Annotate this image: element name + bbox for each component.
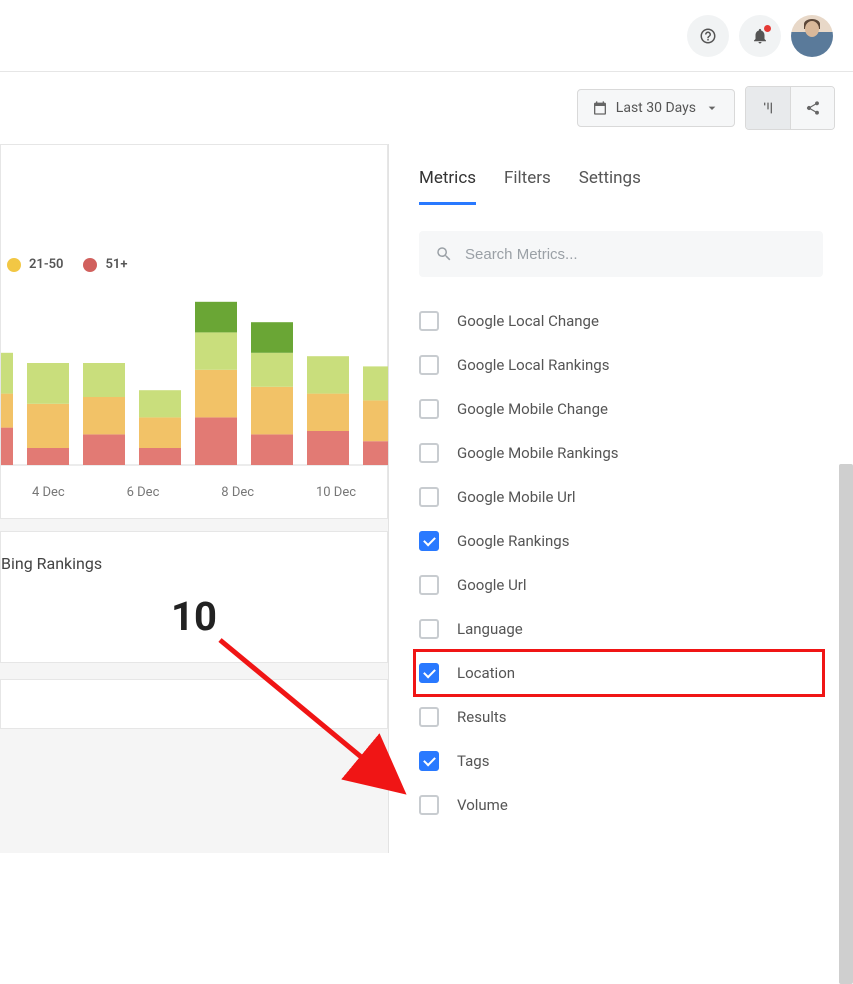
help-button[interactable] (687, 15, 729, 57)
lower-card (0, 679, 388, 729)
metric-label: Tags (457, 752, 489, 770)
checkbox[interactable] (419, 619, 439, 639)
legend-item-51: 51+ (83, 257, 127, 272)
legend-item-21-50: 21-50 (7, 257, 63, 272)
stacked-bar-chart (1, 245, 389, 475)
checkbox[interactable] (419, 487, 439, 507)
checkbox[interactable] (419, 443, 439, 463)
search-box[interactable] (419, 231, 823, 277)
metric-item[interactable]: Location (415, 651, 823, 695)
checkbox[interactable] (419, 795, 439, 815)
x-tick: 6 Dec (127, 485, 160, 500)
avatar (791, 15, 833, 57)
checkbox[interactable] (419, 663, 439, 683)
checkbox[interactable] (419, 575, 439, 595)
notifications-button[interactable] (739, 15, 781, 57)
summary-value: 10 (1, 593, 387, 640)
top-bar (0, 0, 853, 72)
date-range-button[interactable]: Last 30 Days (577, 89, 735, 127)
metric-list[interactable]: Google Local Change Google Local Rankings… (389, 295, 853, 853)
checkbox[interactable] (419, 751, 439, 771)
metric-item[interactable]: Google Local Change (419, 299, 823, 343)
summary-card: Bing Rankings 10 (0, 531, 388, 663)
metric-label: Google Mobile Rankings (457, 444, 619, 462)
metric-label: Google Rankings (457, 532, 569, 550)
panel-tabs: Metrics Filters Settings (389, 144, 853, 205)
metric-label: Language (457, 620, 523, 638)
toolbar: Last 30 Days (0, 72, 853, 144)
share-icon (805, 100, 821, 116)
metric-item[interactable]: Google Url (419, 563, 823, 607)
metric-label: Location (457, 664, 515, 682)
legend-label: 51+ (105, 257, 127, 272)
tab-settings[interactable]: Settings (579, 168, 641, 205)
metric-label: Google Mobile Url (457, 488, 576, 506)
panel-toggle-group (745, 86, 835, 130)
metric-label: Results (457, 708, 507, 726)
side-panel: Metrics Filters Settings Google Local Ch… (388, 144, 853, 853)
share-button[interactable] (790, 87, 834, 129)
checkbox[interactable] (419, 707, 439, 727)
help-icon (699, 27, 717, 45)
notification-dot (764, 25, 771, 32)
metric-item[interactable]: Tags (419, 739, 823, 783)
metric-item[interactable]: Language (419, 607, 823, 651)
metric-item[interactable]: Results (419, 695, 823, 739)
avatar-button[interactable] (791, 15, 833, 57)
x-tick: 4 Dec (32, 485, 65, 500)
chart-legend: 21-50 51+ (1, 257, 387, 272)
left-content: 21-50 51+ 4 Dec 6 Dec 8 Dec 10 Dec Bing … (0, 144, 388, 853)
date-range-label: Last 30 Days (616, 100, 696, 116)
checkbox[interactable] (419, 355, 439, 375)
metric-label: Volume (457, 796, 508, 814)
x-tick: 10 Dec (316, 485, 356, 500)
chart-x-axis: 4 Dec 6 Dec 8 Dec 10 Dec (1, 475, 387, 518)
metric-label: Google Mobile Change (457, 400, 608, 418)
metric-item[interactable]: Google Rankings (419, 519, 823, 563)
scrollbar-thumb[interactable] (839, 464, 853, 984)
summary-label: Bing Rankings (1, 554, 387, 573)
tab-filters[interactable]: Filters (504, 168, 551, 205)
caret-down-icon (704, 100, 720, 116)
metric-label: Google Url (457, 576, 527, 594)
search-wrap (389, 205, 853, 295)
legend-label: 21-50 (29, 257, 63, 272)
legend-dot-icon (7, 258, 21, 272)
metric-label: Google Local Rankings (457, 356, 609, 374)
legend-dot-icon (83, 258, 97, 272)
calendar-icon (592, 100, 608, 116)
metric-item[interactable]: Google Mobile Url (419, 475, 823, 519)
metric-item[interactable]: Google Mobile Change (419, 387, 823, 431)
checkbox[interactable] (419, 531, 439, 551)
metric-item[interactable]: Google Mobile Rankings (419, 431, 823, 475)
tab-metrics[interactable]: Metrics (419, 168, 476, 205)
search-input[interactable] (465, 246, 807, 263)
metric-item[interactable]: Volume (419, 783, 823, 827)
x-tick: 8 Dec (221, 485, 254, 500)
checkbox[interactable] (419, 399, 439, 419)
main-area: 21-50 51+ 4 Dec 6 Dec 8 Dec 10 Dec Bing … (0, 144, 853, 853)
metric-label: Google Local Change (457, 312, 599, 330)
checkbox[interactable] (419, 311, 439, 331)
metric-item[interactable]: Google Local Rankings (419, 343, 823, 387)
chart-card: 21-50 51+ 4 Dec 6 Dec 8 Dec 10 Dec (0, 144, 388, 519)
sliders-icon (760, 100, 776, 116)
search-icon (435, 245, 453, 263)
settings-panel-button[interactable] (746, 87, 790, 129)
